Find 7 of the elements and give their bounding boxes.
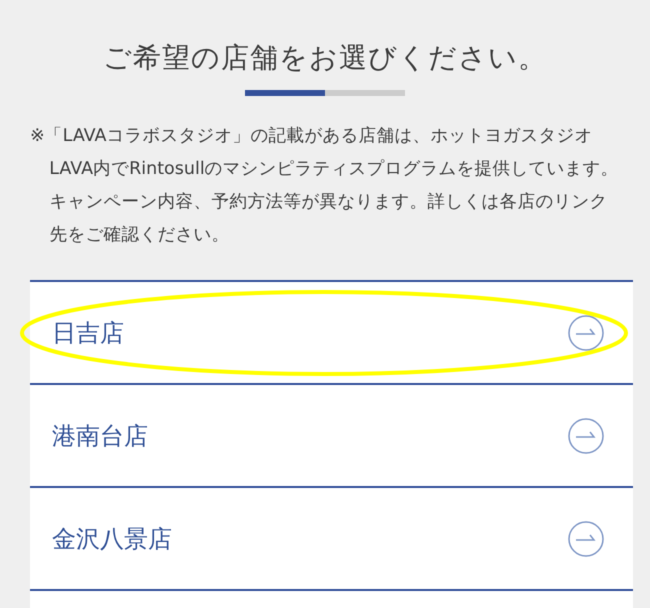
page-heading: ご希望の店舗をお選びください。: [102, 40, 548, 76]
store-link[interactable]: 港南台店: [30, 383, 633, 486]
arrow-circle-icon: [567, 416, 605, 454]
arrow-circle-icon: [567, 520, 605, 558]
arrow-circle-icon: [567, 314, 605, 352]
notice-text: ※「LAVAコラボスタジオ」の記載がある店舗は、ホットヨガスタジオLAVA内でRintosullのマシンピラティスプログラムを提供しています。キャンペーン内容、予約方法等が異なります。詳しくは各店のリンク先をご確認ください。: [30, 125, 620, 247]
store-link[interactable]: 金沢八景店: [30, 486, 633, 589]
